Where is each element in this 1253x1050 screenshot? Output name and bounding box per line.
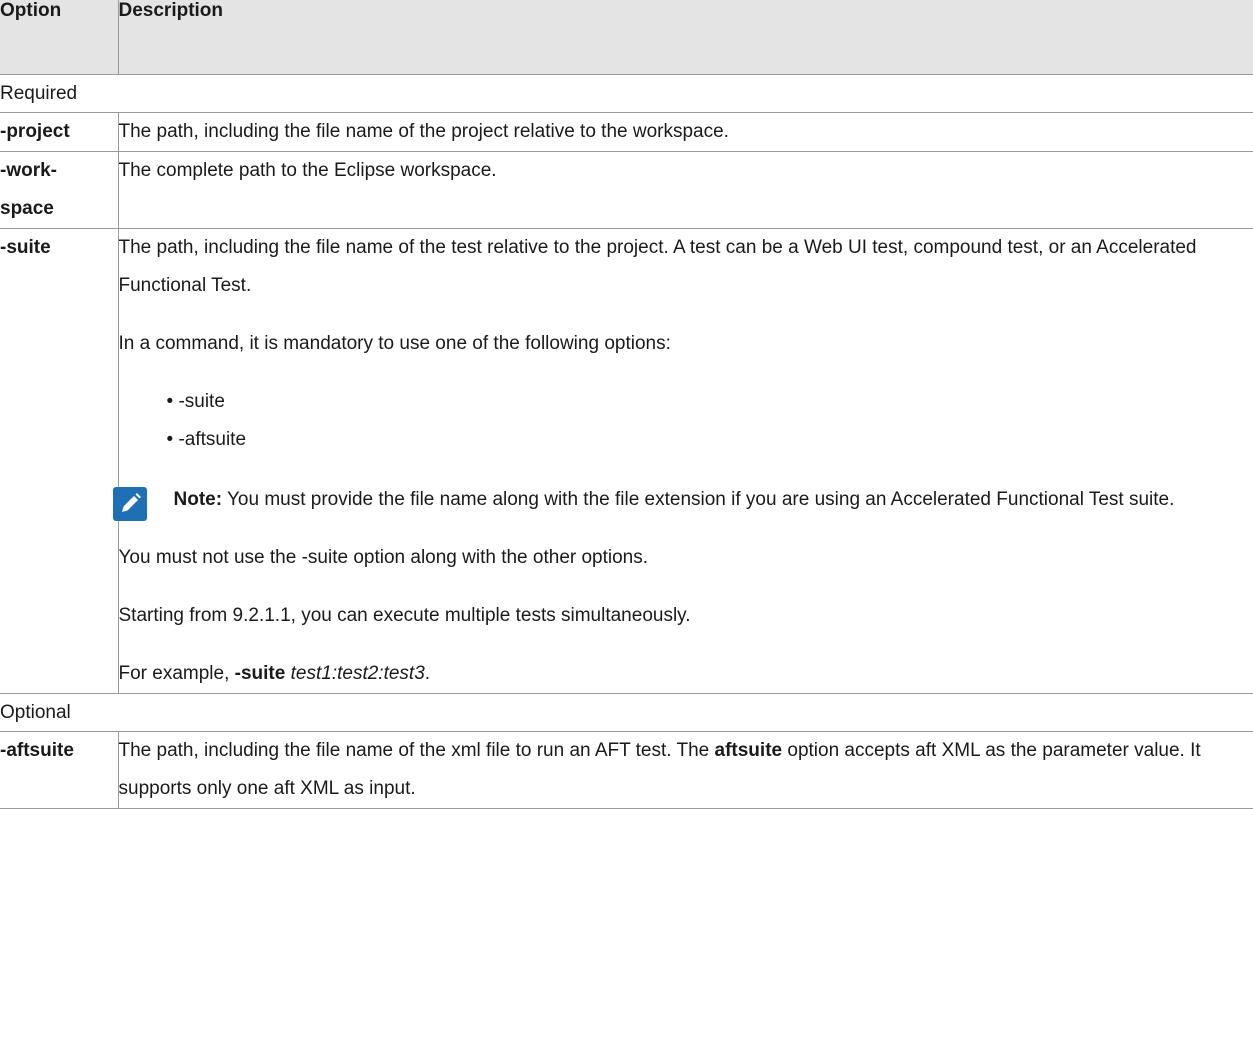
option-desc-workspace: The complete path to the Eclipse workspa… xyxy=(117,150,1253,229)
list-item: -aftsuite xyxy=(167,421,1253,459)
group-label-required: Required xyxy=(0,73,1253,113)
table-header-row: Option Description xyxy=(0,0,1253,75)
option-name-workspace: -work- space xyxy=(0,150,119,229)
option-name-workspace-line1: -work- xyxy=(0,159,57,181)
aftsuite-desc-bold: aftsuite xyxy=(714,739,783,761)
suite-example: For example, -suite test1:test2:test3. xyxy=(119,655,1253,693)
group-row-optional: Optional xyxy=(0,692,1253,732)
option-desc-aftsuite: The path, including the file name of the… xyxy=(117,730,1253,809)
option-name-project: -project xyxy=(0,111,119,152)
group-label-optional: Optional xyxy=(0,692,1253,732)
example-suffix: . xyxy=(424,662,431,684)
column-header-option: Option xyxy=(0,0,119,75)
option-name-aftsuite: -aftsuite xyxy=(0,730,119,809)
example-option: -suite xyxy=(234,662,286,684)
suite-paragraph-2: In a command, it is mandatory to use one… xyxy=(118,332,671,354)
option-desc-project: The path, including the file name of the… xyxy=(117,111,1253,152)
options-table: Option Description Required -project The… xyxy=(0,0,1253,809)
option-desc-suite: The path, including the file name of the… xyxy=(112,227,1253,694)
suite-paragraph-3: You must not use the -suite option along… xyxy=(118,546,649,568)
option-name-suite: -suite xyxy=(0,227,119,694)
example-prefix: For example, xyxy=(118,662,235,684)
group-row-required: Required xyxy=(0,73,1253,113)
suite-paragraph-4: Starting from 9.2.1.1, you can execute m… xyxy=(118,604,691,626)
pencil-icon xyxy=(112,486,147,521)
aftsuite-desc-a: The path, including the file name of the… xyxy=(118,739,715,761)
option-name-workspace-line2: space xyxy=(0,197,54,219)
table-row: -work- space The complete path to the Ec… xyxy=(0,150,1253,229)
note-text: You must provide the file name along wit… xyxy=(222,488,1175,510)
table-row: -suite The path, including the file name… xyxy=(0,227,1253,694)
suite-option-list: -suite -aftsuite xyxy=(119,383,1253,459)
note-label: Note: xyxy=(173,488,223,510)
table-row: -project The path, including the file na… xyxy=(0,111,1253,152)
example-value: test1:test2:test3 xyxy=(290,662,425,684)
column-header-description: Description xyxy=(117,0,1253,75)
note-box: Note: You must provide the file name alo… xyxy=(112,481,1253,521)
suite-paragraph-1: The path, including the file name of the… xyxy=(118,236,1197,296)
table-row: -aftsuite The path, including the file n… xyxy=(0,730,1253,809)
list-item: -suite xyxy=(167,383,1253,421)
